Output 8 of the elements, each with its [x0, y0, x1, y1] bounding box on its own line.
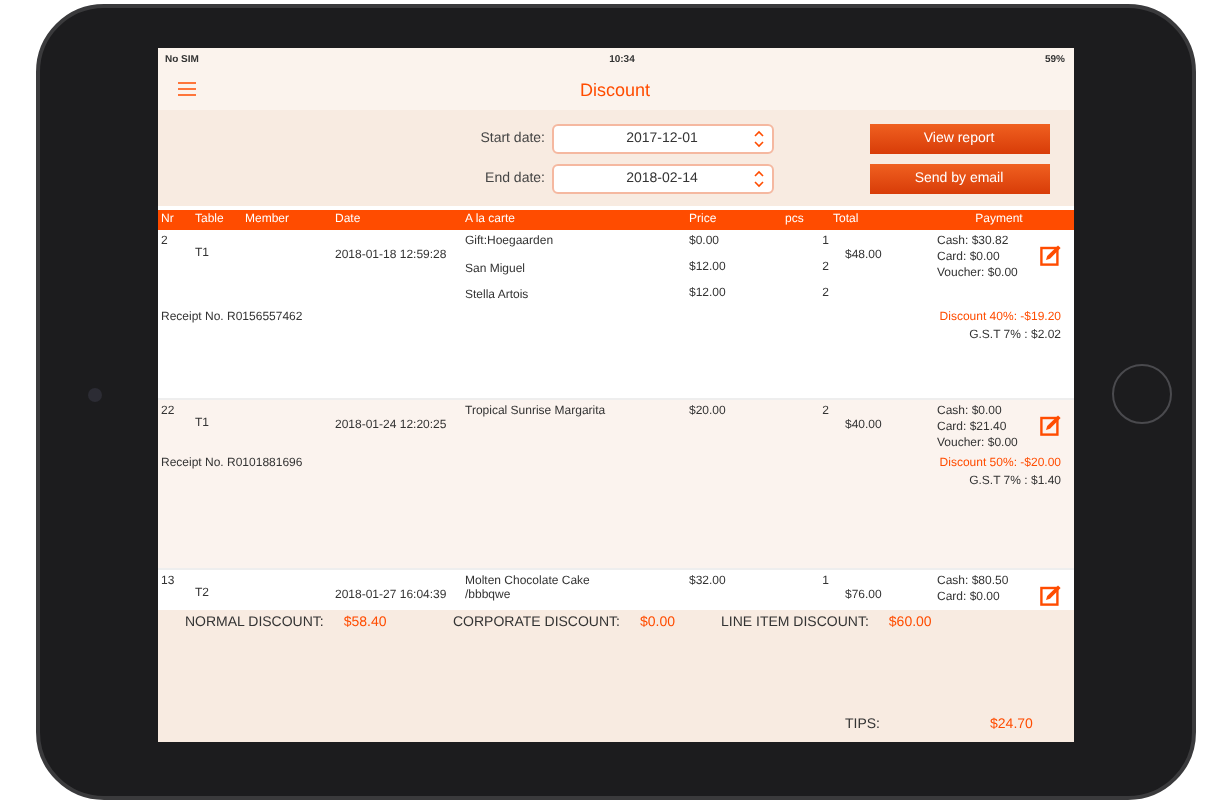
stepper-icon	[753, 129, 763, 147]
edit-icon[interactable]	[1039, 414, 1061, 436]
stepper-icon	[753, 169, 763, 187]
home-button[interactable]	[1111, 364, 1171, 424]
page-title: Discount	[579, 80, 650, 100]
menu-icon[interactable]	[177, 82, 195, 96]
edit-icon[interactable]	[1039, 584, 1061, 606]
edit-icon[interactable]	[1039, 244, 1061, 266]
